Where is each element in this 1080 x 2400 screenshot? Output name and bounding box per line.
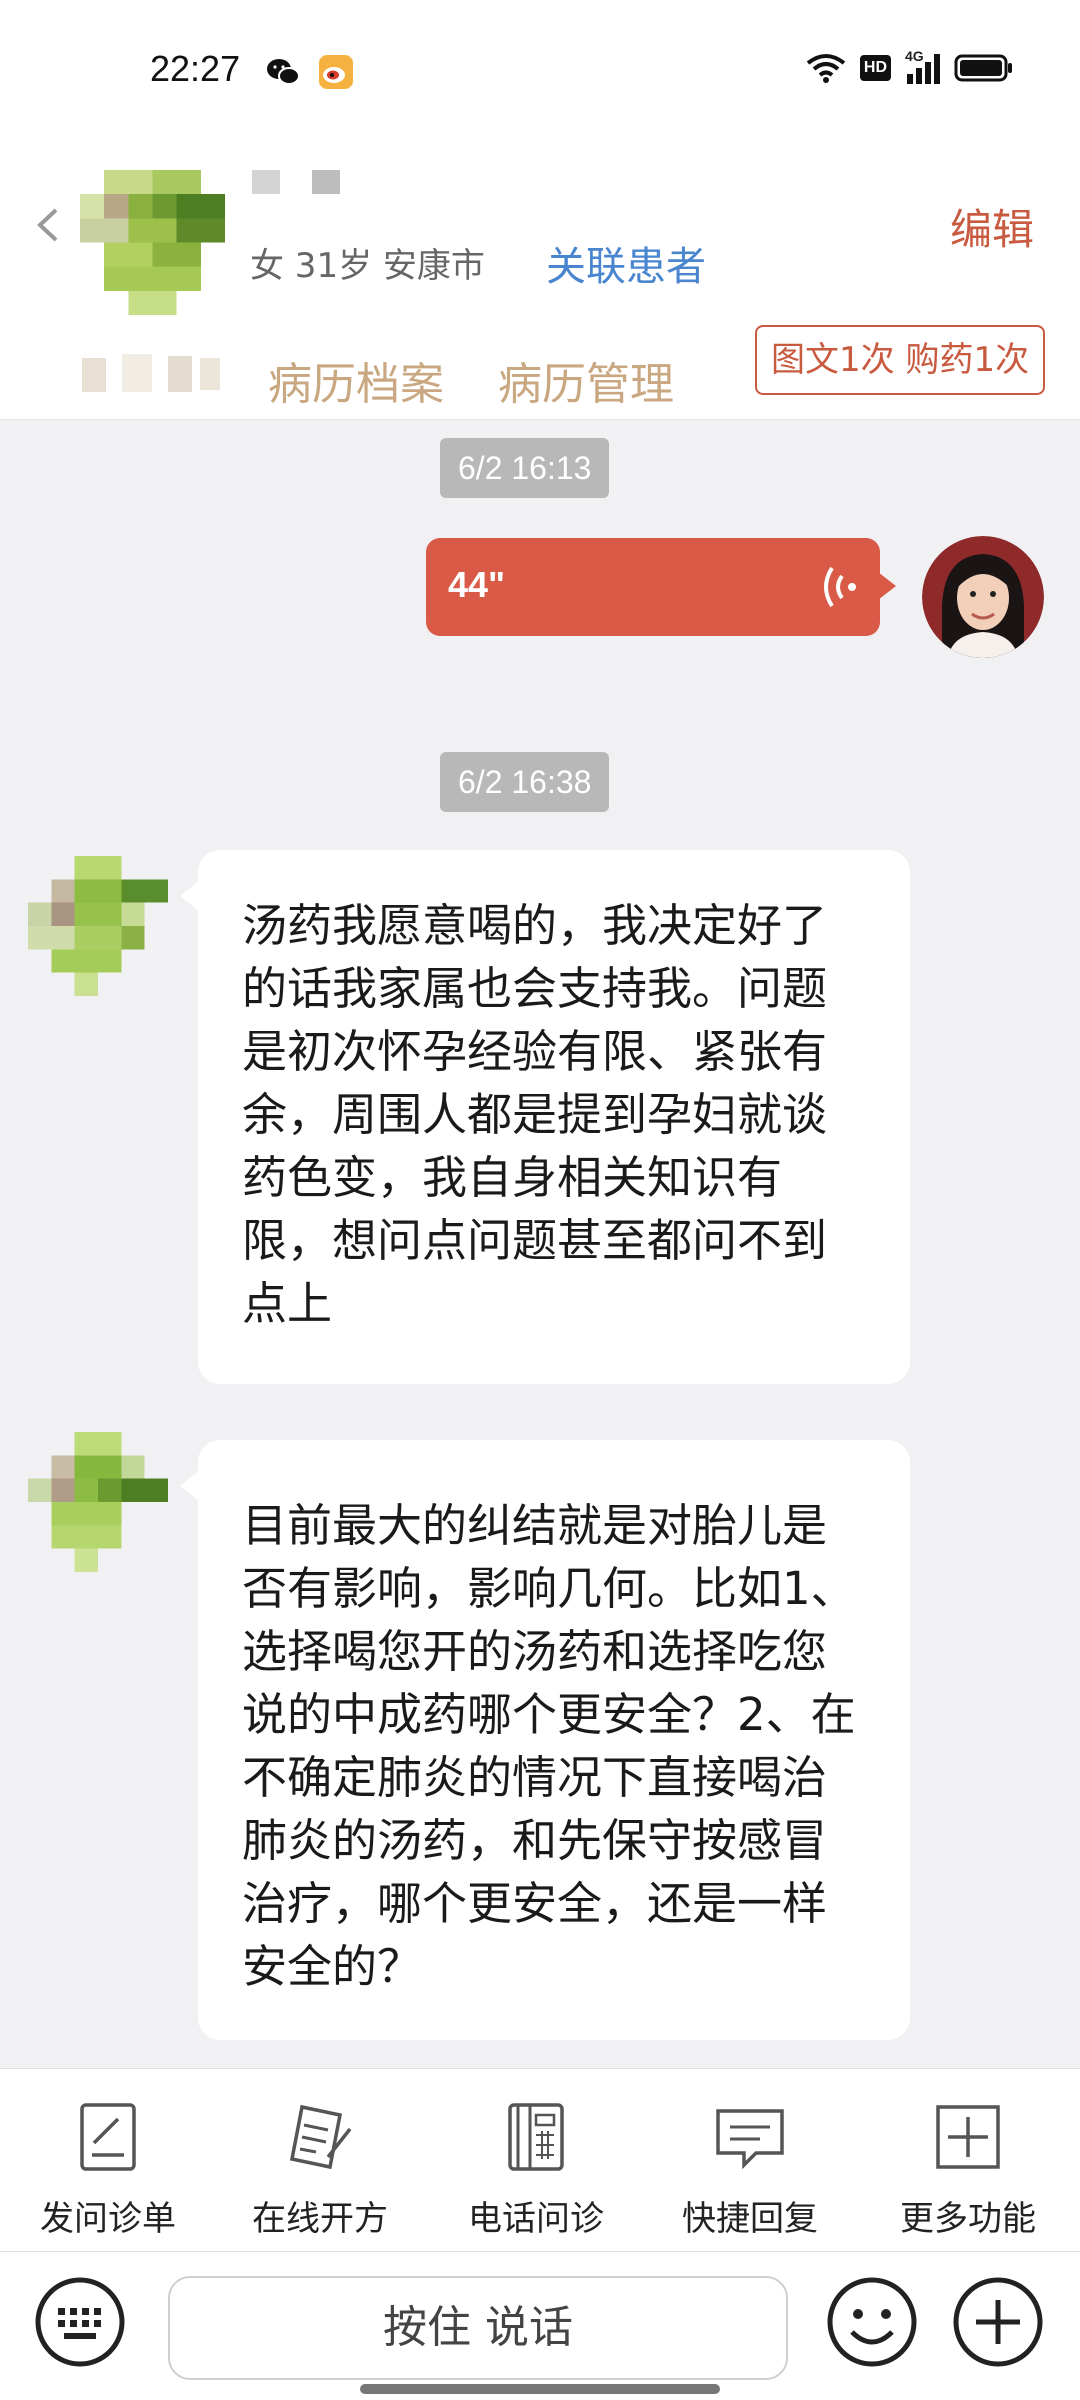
patient-message-avatar[interactable] bbox=[28, 856, 168, 996]
timestamp: 6/2 16:38 bbox=[440, 752, 610, 812]
online-prescription-button[interactable]: 在线开方 bbox=[230, 2097, 410, 2240]
action-toolbar: 发问诊单 在线开方 电话问诊 快捷回复 更多功能 bbox=[0, 2068, 1080, 2252]
patient-name-blurred bbox=[252, 170, 340, 194]
patient-avatar[interactable] bbox=[80, 170, 225, 315]
tool-label: 发问诊单 bbox=[40, 2199, 176, 2239]
tool-label: 更多功能 bbox=[900, 2199, 1036, 2239]
link-patient-button[interactable]: 关联患者 bbox=[546, 234, 706, 292]
tab-blurred[interactable] bbox=[82, 354, 227, 394]
prescription-icon bbox=[289, 2104, 352, 2170]
battery-icon bbox=[954, 54, 1012, 82]
patient-header: 女 31岁 安康市 关联患者 编辑 病历档案 病历管理 图文1次 购药1次 bbox=[0, 140, 1080, 420]
input-bar: 按住 说话 bbox=[0, 2252, 1080, 2400]
form-icon bbox=[80, 2103, 136, 2171]
status-indicators: HD 4G bbox=[806, 48, 1014, 84]
phone-consult-button[interactable]: 电话问诊 bbox=[446, 2097, 626, 2240]
keyboard-icon[interactable] bbox=[34, 2276, 126, 2368]
voice-message[interactable]: 44" bbox=[426, 538, 896, 636]
tab-medical-records[interactable]: 病历档案 bbox=[268, 348, 444, 412]
doctor-avatar[interactable] bbox=[922, 536, 1044, 658]
status-time: 22:27 bbox=[150, 48, 241, 89]
hold-to-talk-button[interactable]: 按住 说话 bbox=[168, 2276, 788, 2380]
wifi-icon bbox=[806, 54, 846, 83]
signal-strength: 4G bbox=[905, 48, 940, 84]
patient-message-avatar[interactable] bbox=[28, 1432, 168, 1572]
home-indicator[interactable] bbox=[360, 2384, 720, 2394]
tab-records-management[interactable]: 病历管理 bbox=[498, 348, 674, 412]
timestamp: 6/2 16:13 bbox=[440, 438, 610, 498]
tool-label: 电话问诊 bbox=[468, 2199, 604, 2239]
edit-button[interactable]: 编辑 bbox=[950, 196, 1034, 257]
hd-badge: HD bbox=[859, 55, 891, 81]
wechat-icon bbox=[267, 59, 300, 85]
voice-duration: 44" bbox=[448, 564, 506, 605]
voice-wave-icon bbox=[824, 566, 856, 608]
plus-icon[interactable] bbox=[952, 2276, 1044, 2368]
send-questionnaire-button[interactable]: 发问诊单 bbox=[18, 2097, 198, 2240]
phone-icon bbox=[508, 2103, 564, 2171]
chat-message: 汤药我愿意喝的，我决定好了的话我家属也会支持我。问题是初次怀孕经验有限、紧张有余… bbox=[180, 850, 910, 1384]
chat-message: 目前最大的纠结就是对胎儿是否有影响，影响几何。比如1、选择喝您开的汤药和选择吃您… bbox=[180, 1440, 910, 2040]
network-type-label: 4G bbox=[905, 48, 924, 64]
service-count-badge[interactable]: 图文1次 购药1次 bbox=[755, 325, 1046, 395]
tool-label: 在线开方 bbox=[252, 2199, 388, 2239]
weibo-icon bbox=[319, 55, 353, 89]
quick-reply-button[interactable]: 快捷回复 bbox=[660, 2097, 840, 2240]
status-bar: 22:27 HD 4G bbox=[0, 0, 1080, 140]
more-functions-button[interactable]: 更多功能 bbox=[878, 2097, 1058, 2240]
emoji-icon[interactable] bbox=[826, 2276, 918, 2368]
patient-meta: 女 31岁 安康市 bbox=[250, 246, 485, 286]
quick-reply-icon bbox=[716, 2109, 784, 2170]
more-icon bbox=[936, 2105, 1000, 2169]
back-icon[interactable] bbox=[30, 200, 70, 250]
tool-label: 快捷回复 bbox=[682, 2199, 818, 2239]
